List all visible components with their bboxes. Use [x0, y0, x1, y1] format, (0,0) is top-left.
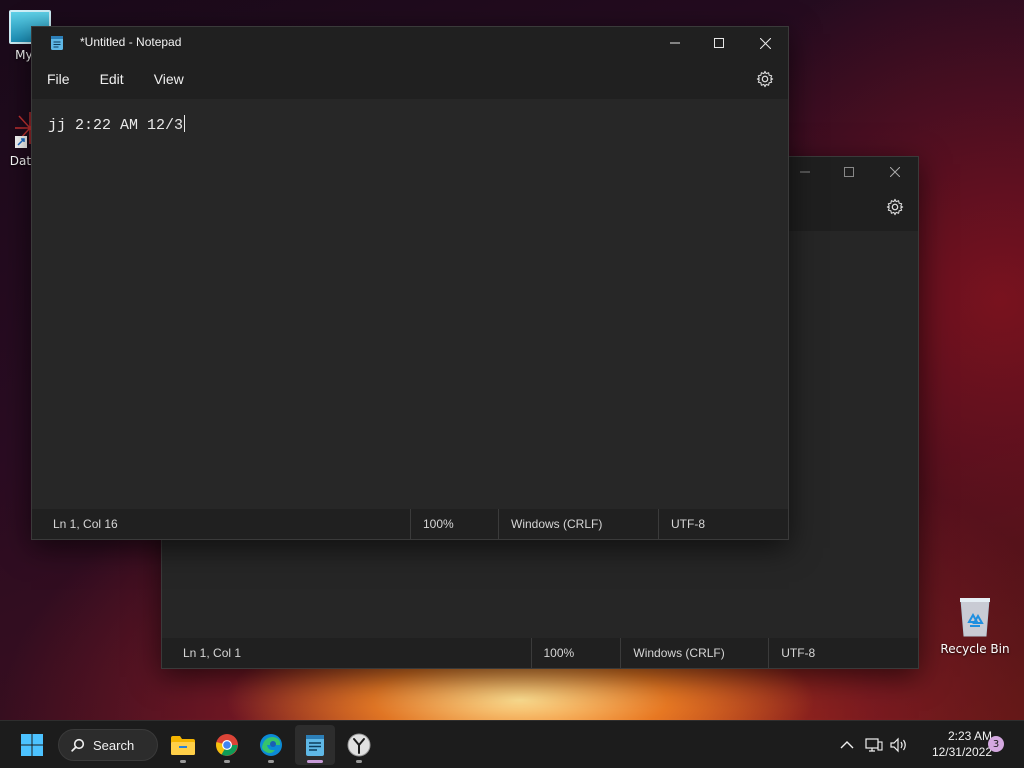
title-bar[interactable]: *Untitled - Notepad — [32, 27, 788, 59]
line-ending: Windows (CRLF) — [620, 638, 768, 668]
settings-gear-icon[interactable] — [886, 198, 904, 216]
notepad-app-icon — [51, 36, 63, 50]
start-icon — [21, 734, 43, 756]
encoding: UTF-8 — [658, 509, 788, 539]
start-button[interactable] — [12, 725, 52, 765]
menu-bar: File Edit View — [32, 59, 788, 99]
notepad-icon — [306, 735, 324, 756]
menu-edit[interactable]: Edit — [91, 65, 133, 93]
running-indicator — [180, 760, 186, 763]
line-ending: Windows (CRLF) — [498, 509, 658, 539]
maximize-icon — [844, 167, 854, 177]
taskbar-chrome[interactable] — [207, 725, 247, 765]
taskbar-notepad[interactable] — [295, 725, 335, 765]
taskbar-clock[interactable]: 2:23 AM 12/31/2022 — [916, 728, 992, 760]
desktop-icon-label: Recycle Bin — [940, 642, 1010, 656]
search-label: Search — [93, 737, 135, 753]
search-icon — [71, 738, 85, 752]
taskbar-file-explorer[interactable] — [163, 725, 203, 765]
running-indicator — [224, 760, 230, 763]
minimize-icon — [800, 171, 810, 173]
chrome-icon — [216, 734, 238, 756]
text-caret — [184, 115, 186, 132]
show-hidden-icons-button[interactable] — [837, 735, 857, 755]
close-icon — [890, 167, 900, 177]
editor-text: jj 2:22 AM 12/3 — [48, 117, 184, 134]
minimize-icon — [670, 42, 680, 44]
cursor-position: Ln 1, Col 16 — [53, 517, 118, 531]
notification-badge[interactable]: 3 — [988, 736, 1004, 752]
status-bar: Ln 1, Col 1 100% Windows (CRLF) UTF-8 — [162, 638, 918, 668]
clock-app-icon — [347, 733, 371, 757]
taskbar-search-button[interactable]: Search — [58, 729, 158, 761]
editor-content[interactable]: jj 2:22 AM 12/3 — [48, 115, 186, 134]
minimize-button[interactable] — [652, 27, 698, 59]
network-button[interactable] — [864, 735, 884, 755]
chevron-up-icon — [840, 741, 854, 749]
clock-time: 2:23 AM — [947, 729, 992, 743]
encoding: UTF-8 — [768, 638, 918, 668]
recycle-bin-icon — [958, 596, 992, 638]
text-editor-area[interactable]: jj 2:22 AM 12/3 — [32, 99, 788, 509]
volume-icon — [890, 737, 906, 753]
zoom-level: 100% — [410, 509, 498, 539]
maximize-button[interactable] — [696, 27, 742, 59]
zoom-level: 100% — [530, 638, 621, 668]
cursor-position: Ln 1, Col 1 — [183, 646, 242, 660]
volume-button[interactable] — [889, 735, 909, 755]
desktop-icon-recycle-bin[interactable]: Recycle Bin — [940, 596, 1010, 656]
close-button[interactable] — [742, 27, 788, 59]
maximize-icon — [714, 38, 724, 48]
window-title: *Untitled - Notepad — [80, 35, 182, 49]
close-button[interactable] — [872, 157, 918, 187]
network-icon — [865, 738, 883, 752]
maximize-button[interactable] — [826, 157, 872, 187]
taskbar-edge[interactable] — [251, 725, 291, 765]
settings-gear-icon[interactable] — [756, 70, 774, 88]
menu-file[interactable]: File — [38, 65, 79, 93]
taskbar-clock-app[interactable] — [339, 725, 379, 765]
close-icon — [759, 37, 771, 49]
running-indicator — [356, 760, 362, 763]
running-indicator — [268, 760, 274, 763]
notepad-window[interactable]: *Untitled - Notepad File Edit View jj 2:… — [31, 26, 789, 540]
clock-date: 12/31/2022 — [931, 745, 992, 759]
taskbar: Search 2:23 AM 12/31/2022 — [0, 720, 1024, 768]
status-bar: Ln 1, Col 16 100% Windows (CRLF) UTF-8 — [32, 509, 788, 539]
edge-icon — [260, 734, 282, 756]
file-explorer-icon — [171, 736, 195, 755]
menu-view[interactable]: View — [145, 65, 193, 93]
active-indicator — [307, 760, 323, 763]
